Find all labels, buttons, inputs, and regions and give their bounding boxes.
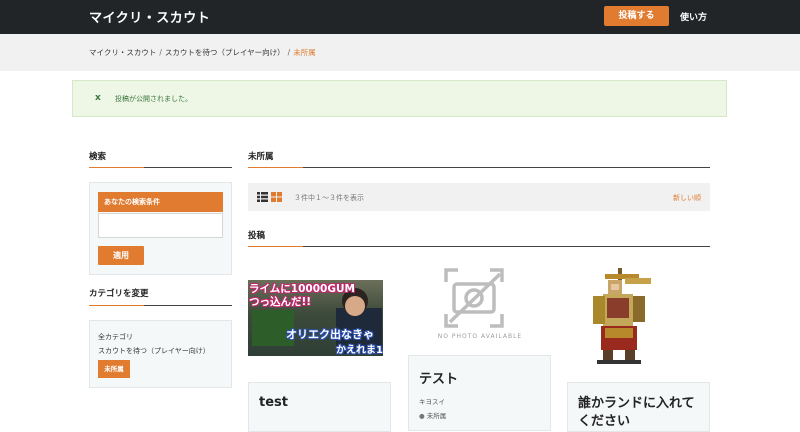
list-toolbar: ３件中１〜３件を表示 新しい順 bbox=[248, 183, 710, 211]
grid-view-icon[interactable] bbox=[271, 192, 282, 202]
sort-newest-link[interactable]: 新しい順 bbox=[673, 193, 701, 203]
top-header: マイクリ・スカウト 投稿する 使い方 bbox=[0, 0, 800, 34]
main-section-title: 未所属 bbox=[248, 152, 274, 162]
category-item-all[interactable]: 全カテゴリ bbox=[98, 332, 133, 342]
character-image[interactable] bbox=[575, 266, 670, 366]
thumb-text-bottom1: オリエク出なきゃ bbox=[286, 328, 374, 341]
alert-message: 投稿が公開されました。 bbox=[115, 95, 192, 103]
category-item-scout[interactable]: スカウトを待つ（プレイヤー向け） bbox=[98, 346, 210, 356]
tag-icon: ● bbox=[419, 412, 425, 420]
no-photo-image[interactable]: NO PHOTO AVAILABLE bbox=[408, 262, 551, 350]
thumb-text-bottom2: かえれま10 bbox=[336, 345, 383, 356]
list-view-icon[interactable] bbox=[257, 192, 268, 202]
category-section-title: カテゴリを変更 bbox=[89, 289, 149, 299]
search-condition-input[interactable] bbox=[98, 213, 223, 238]
section-divider bbox=[89, 305, 232, 306]
breadcrumb-category[interactable]: スカウトを待つ（プレイヤー向け） bbox=[165, 48, 285, 57]
post-title[interactable]: test bbox=[259, 395, 288, 410]
breadcrumb-separator: / bbox=[287, 48, 291, 57]
section-divider bbox=[248, 167, 710, 168]
breadcrumb: マイクリ・スカウト / スカウトを待つ（プレイヤー向け） / 未所属 bbox=[89, 47, 316, 58]
post-button[interactable]: 投稿する bbox=[604, 6, 669, 26]
breadcrumb-current: 未所属 bbox=[293, 48, 316, 57]
alert-close-button[interactable]: x bbox=[95, 93, 101, 103]
post-author: キヨスイ bbox=[419, 398, 445, 406]
site-logo[interactable]: マイクリ・スカウト bbox=[89, 7, 210, 26]
result-count: ３件中１〜３件を表示 bbox=[294, 194, 364, 202]
success-alert: x 投稿が公開されました。 bbox=[72, 80, 727, 117]
breadcrumb-separator: / bbox=[159, 48, 162, 57]
post-category-label[interactable]: 未所属 bbox=[427, 412, 447, 420]
breadcrumb-band: マイクリ・スカウト / スカウトを待つ（プレイヤー向け） / 未所属 bbox=[0, 34, 800, 71]
howto-link[interactable]: 使い方 bbox=[680, 10, 707, 23]
apply-button[interactable]: 適用 bbox=[98, 246, 144, 265]
search-section-title: 検索 bbox=[89, 152, 107, 162]
posts-section-title: 投稿 bbox=[248, 231, 266, 241]
post-card[interactable]: test bbox=[248, 382, 391, 432]
section-divider bbox=[89, 167, 232, 168]
post-title[interactable]: テスト bbox=[419, 368, 458, 387]
section-divider bbox=[248, 246, 710, 247]
thumb-text-mid: つっ込んだ!! bbox=[249, 296, 312, 308]
category-item-unaffiliated[interactable]: 未所属 bbox=[98, 360, 130, 378]
search-condition-label: あなたの検索条件 bbox=[98, 192, 223, 212]
post-category: ● 未所属 bbox=[419, 410, 446, 420]
post-thumbnail[interactable]: ライムに10000GUM つっ込んだ!! オリエク出なきゃ かえれま10 bbox=[248, 280, 383, 356]
pixel-warrior-icon bbox=[593, 268, 651, 364]
breadcrumb-home[interactable]: マイクリ・スカウト bbox=[89, 48, 156, 57]
post-card[interactable]: テスト キヨスイ ● 未所属 bbox=[408, 355, 551, 431]
no-photo-label: NO PHOTO AVAILABLE bbox=[437, 333, 523, 340]
post-card[interactable]: 誰かランドに入れてください bbox=[567, 382, 710, 432]
